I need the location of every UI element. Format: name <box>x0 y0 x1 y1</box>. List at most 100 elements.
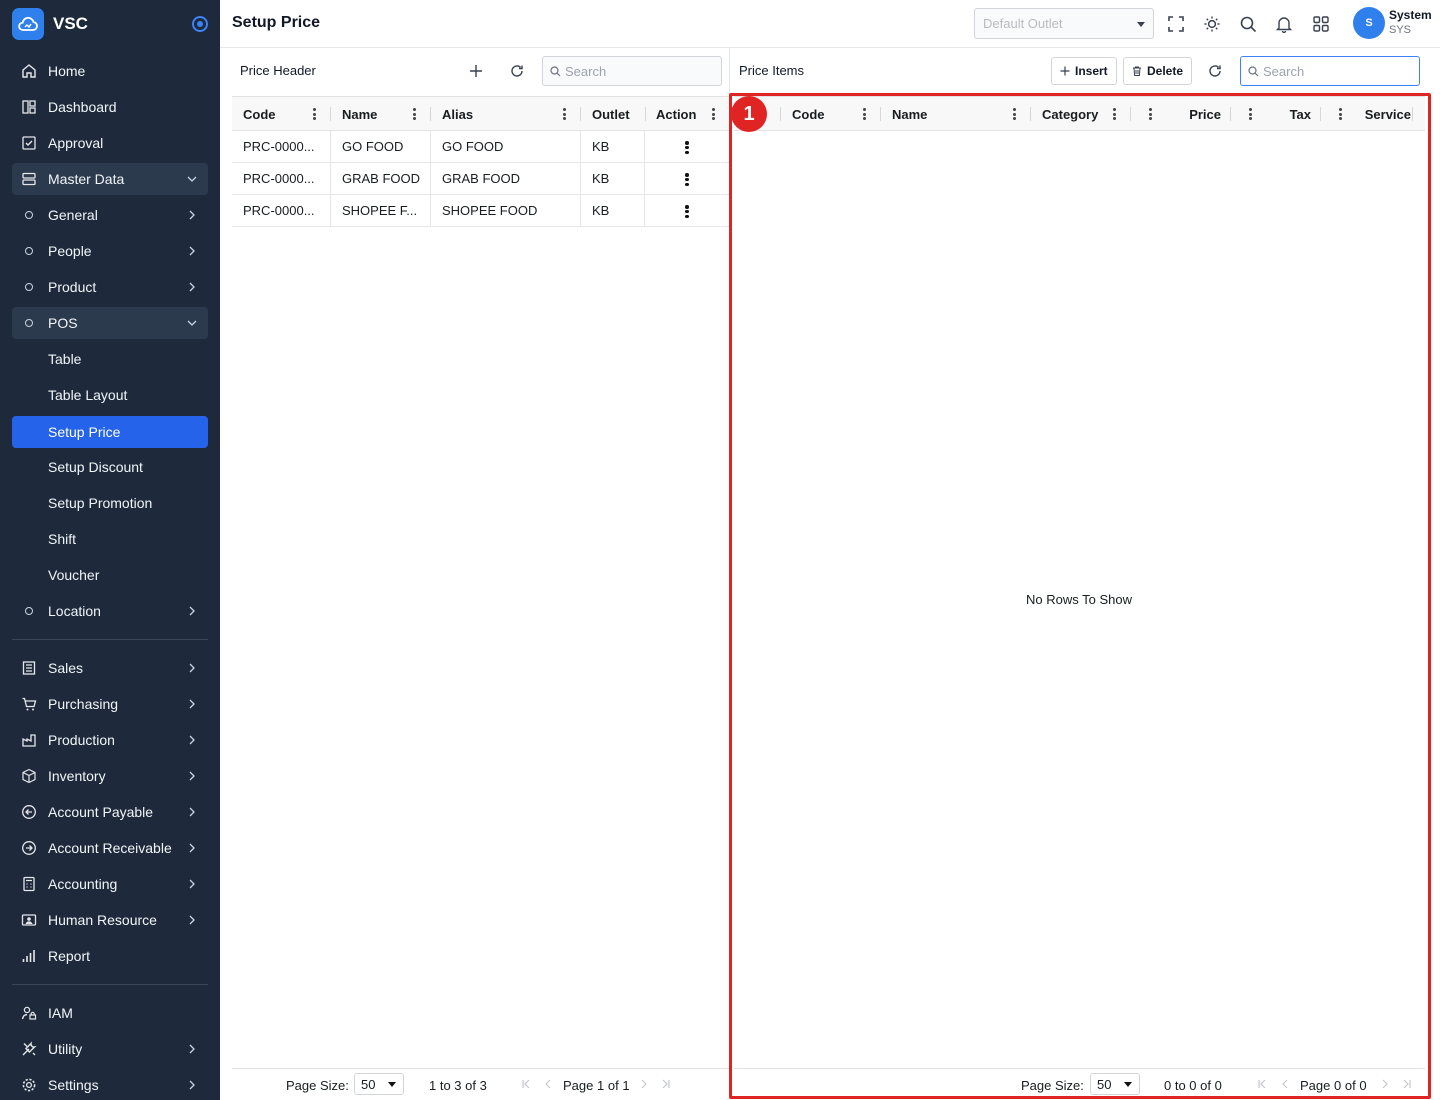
cell-alias: GRAB FOOD <box>431 163 581 194</box>
column-menu-icon[interactable] <box>711 108 715 120</box>
column-header-code[interactable]: Code <box>781 97 881 131</box>
first-page-icon[interactable] <box>521 1079 531 1089</box>
sidebar-item-report[interactable]: Report <box>12 940 208 972</box>
last-page-icon[interactable] <box>661 1079 671 1089</box>
column-menu-icon[interactable] <box>1112 108 1116 120</box>
previous-page-icon[interactable] <box>543 1079 553 1089</box>
column-header-name[interactable]: Name <box>881 97 1031 131</box>
next-page-icon[interactable] <box>639 1079 649 1089</box>
column-menu-icon[interactable] <box>1012 108 1016 120</box>
table-row[interactable]: PRC-0000... GO FOOD GO FOOD KB <box>232 131 729 163</box>
sidebar-item-product[interactable]: Product <box>12 271 208 303</box>
sidebar-item-general[interactable]: General <box>12 199 208 231</box>
sidebar-item-label: POS <box>48 315 78 331</box>
sidebar-item-iam[interactable]: IAM <box>12 997 208 1029</box>
search-icon[interactable] <box>1237 13 1259 35</box>
sun-icon[interactable] <box>1201 13 1223 35</box>
chevron-right-icon <box>189 879 195 889</box>
panel-title: Price Header <box>240 63 316 78</box>
user-lock-icon <box>20 1004 38 1022</box>
column-header-action[interactable]: Action <box>645 97 729 131</box>
delete-button[interactable]: Delete <box>1123 57 1193 85</box>
row-action-menu-icon[interactable] <box>685 205 689 218</box>
chevron-right-icon <box>189 1044 195 1054</box>
column-header-alias[interactable]: Alias <box>431 97 581 131</box>
sidebar-item-approval[interactable]: Approval <box>12 127 208 159</box>
column-menu-icon[interactable] <box>562 108 566 120</box>
next-page-icon[interactable] <box>1380 1079 1390 1089</box>
price-items-search-input[interactable]: Search <box>1240 56 1420 86</box>
sidebar-item-people[interactable]: People <box>12 235 208 267</box>
page-size-select[interactable]: 50 <box>1090 1073 1140 1095</box>
sidebar-item-account-payable[interactable]: Account Payable <box>12 796 208 828</box>
cell-outlet: KB <box>581 163 645 194</box>
apps-grid-icon[interactable] <box>1310 13 1332 35</box>
page-title: Setup Price <box>232 14 321 31</box>
arrow-left-circle-icon <box>20 803 38 821</box>
brand[interactable]: VSC <box>12 7 210 41</box>
column-header-label: Price <box>1189 106 1221 122</box>
refresh-icon[interactable] <box>507 61 527 81</box>
sidebar-item-purchasing[interactable]: Purchasing <box>12 688 208 720</box>
column-menu-icon[interactable] <box>312 108 316 120</box>
add-icon[interactable] <box>466 61 486 81</box>
sidebar-item-table-layout[interactable]: Table Layout <box>12 379 208 411</box>
sidebar-toggle-icon[interactable] <box>192 16 208 32</box>
caret-down-icon <box>1137 22 1145 27</box>
sidebar-item-label: Location <box>48 603 101 619</box>
sidebar-item-inventory[interactable]: Inventory <box>12 760 208 792</box>
sidebar-item-human-resource[interactable]: Human Resource <box>12 904 208 936</box>
sidebar-item-setup-price[interactable]: Setup Price <box>12 416 208 448</box>
column-header-service[interactable]: Service <box>1321 97 1425 131</box>
cloud-logo-icon <box>12 8 44 40</box>
sidebar-item-location[interactable]: Location <box>12 595 208 627</box>
sidebar-item-table[interactable]: Table <box>12 343 208 375</box>
insert-button[interactable]: Insert <box>1051 57 1117 85</box>
column-header-code[interactable]: Code <box>232 97 331 131</box>
column-menu-icon[interactable] <box>862 108 866 120</box>
sidebar-item-settings[interactable]: Settings <box>12 1069 208 1100</box>
sidebar-item-sales[interactable]: Sales <box>12 652 208 684</box>
column-menu-icon[interactable] <box>1338 108 1342 120</box>
sidebar-item-voucher[interactable]: Voucher <box>12 559 208 591</box>
sidebar-item-accounting[interactable]: Accounting <box>12 868 208 900</box>
column-menu-icon[interactable] <box>1248 108 1252 120</box>
previous-page-icon[interactable] <box>1280 1079 1290 1089</box>
sidebar-item-setup-discount[interactable]: Setup Discount <box>12 451 208 483</box>
avatar[interactable]: S <box>1353 7 1385 39</box>
column-header-category[interactable]: Category <box>1031 97 1131 131</box>
sidebar-item-account-receivable[interactable]: Account Receivable <box>12 832 208 864</box>
column-header-price[interactable]: Price <box>1131 97 1231 131</box>
fullscreen-icon[interactable] <box>1165 13 1187 35</box>
last-page-icon[interactable] <box>1402 1079 1412 1089</box>
sidebar-item-pos[interactable]: POS <box>12 307 208 339</box>
row-range: 0 to 0 of 0 <box>1164 1078 1222 1093</box>
sidebar-item-label: Home <box>48 63 86 79</box>
sidebar-item-dashboard[interactable]: Dashboard <box>12 91 208 123</box>
page-size-select[interactable]: 50 <box>354 1073 404 1095</box>
first-page-icon[interactable] <box>1257 1079 1267 1089</box>
search-placeholder: Search <box>1263 64 1305 79</box>
table-row[interactable]: PRC-0000... SHOPEE F... SHOPEE FOOD KB <box>232 195 729 227</box>
column-header-outlet[interactable]: Outlet <box>581 97 645 131</box>
checkbox-icon <box>20 134 38 152</box>
price-header-search-input[interactable]: Search <box>542 56 722 86</box>
column-header-tax[interactable]: Tax <box>1231 97 1321 131</box>
column-menu-icon[interactable] <box>1148 108 1152 120</box>
bell-icon[interactable] <box>1273 13 1295 35</box>
column-menu-icon[interactable] <box>412 108 416 120</box>
outlet-select[interactable]: Default Outlet <box>974 8 1154 39</box>
sidebar-item-setup-promotion[interactable]: Setup Promotion <box>12 487 208 519</box>
row-action-menu-icon[interactable] <box>685 141 689 154</box>
refresh-icon[interactable] <box>1205 61 1225 81</box>
column-header-name[interactable]: Name <box>331 97 431 131</box>
sidebar-item-home[interactable]: Home <box>12 55 208 87</box>
of-word: of <box>607 1078 619 1093</box>
sidebar-item-shift[interactable]: Shift <box>12 523 208 555</box>
row-action-menu-icon[interactable] <box>685 173 689 186</box>
sidebar-item-master-data[interactable]: Master Data <box>12 163 208 195</box>
table-row[interactable]: PRC-0000... GRAB FOOD GRAB FOOD KB <box>232 163 729 195</box>
column-separator[interactable] <box>1412 107 1413 121</box>
sidebar-item-utility[interactable]: Utility <box>12 1033 208 1065</box>
sidebar-item-production[interactable]: Production <box>12 724 208 756</box>
